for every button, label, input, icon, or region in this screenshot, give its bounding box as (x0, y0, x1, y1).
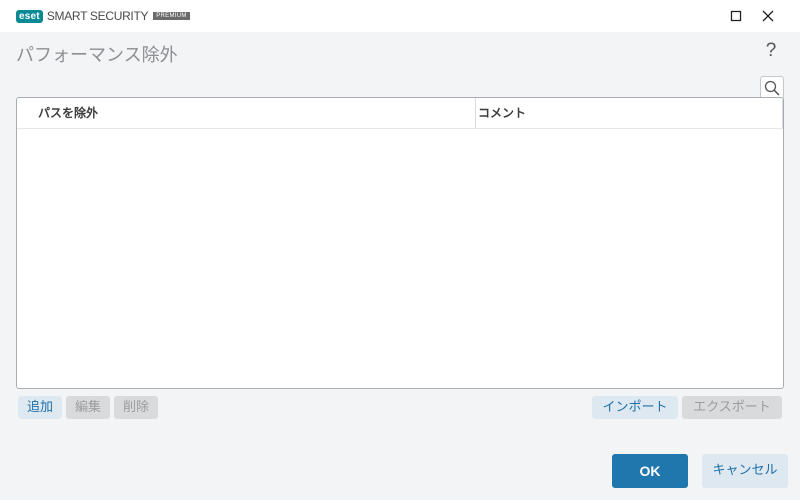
close-icon (762, 10, 774, 22)
edit-button[interactable]: 編集 (66, 396, 110, 419)
column-header-comment[interactable]: コメント (476, 98, 783, 128)
delete-button[interactable]: 削除 (114, 396, 158, 419)
table-header: パスを除外 コメント (17, 98, 783, 129)
exclusions-table[interactable]: パスを除外 コメント (16, 97, 784, 389)
product-name: SMART SECURITY (46, 9, 149, 23)
help-button[interactable]: ? (763, 40, 779, 64)
brand-badge: eset (16, 9, 43, 23)
maximize-button[interactable] (720, 0, 752, 32)
add-button[interactable]: 追加 (18, 396, 62, 419)
import-button[interactable]: インポート (592, 396, 678, 419)
close-button[interactable] (752, 0, 784, 32)
edition-badge: PREMIUM (153, 12, 190, 20)
title-bar: eset SMART SECURITY PREMIUM (0, 0, 800, 32)
app-logo: eset SMART SECURITY PREMIUM (16, 9, 190, 23)
ok-button[interactable]: OK (612, 454, 688, 488)
export-button[interactable]: エクスポート (682, 396, 782, 419)
page-title: パフォーマンス除外 (16, 45, 178, 66)
cancel-button[interactable]: キャンセル (702, 454, 788, 488)
search-icon (764, 80, 780, 96)
maximize-icon (730, 10, 742, 22)
column-header-path[interactable]: パスを除外 (17, 98, 476, 128)
